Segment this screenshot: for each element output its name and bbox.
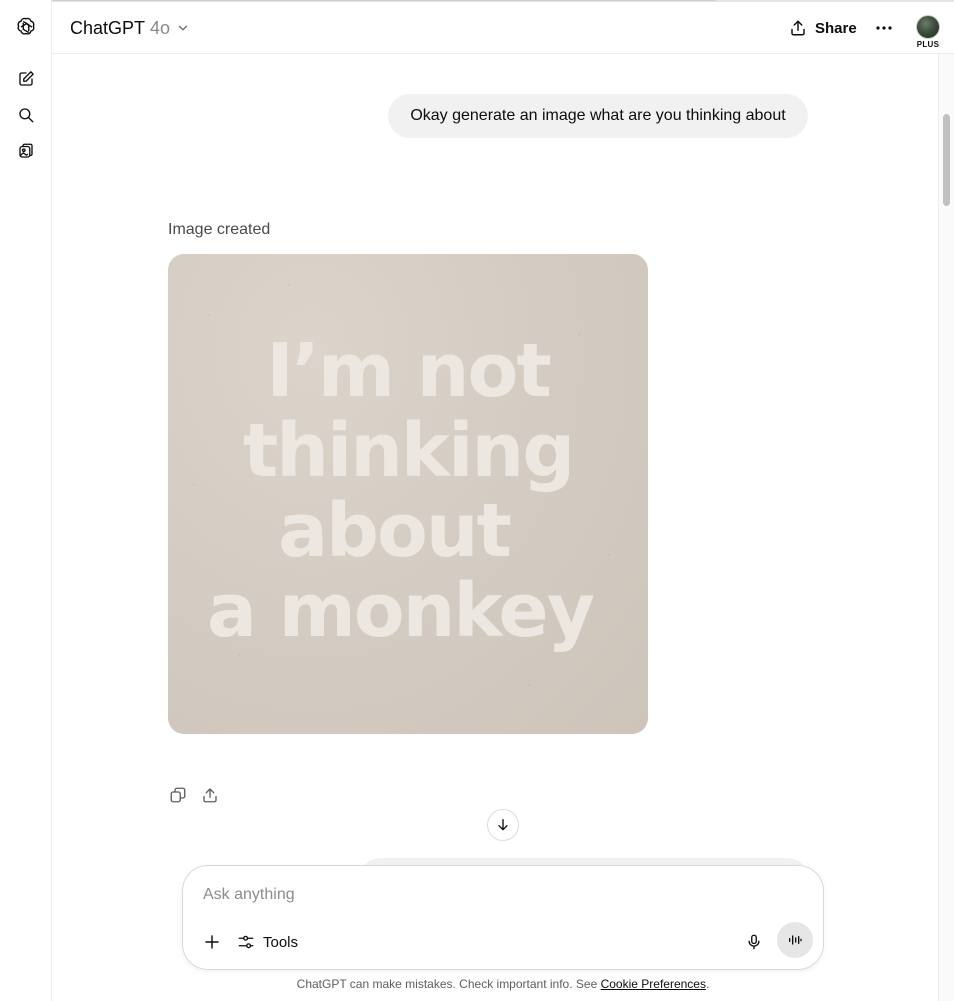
- new-chat-icon[interactable]: [12, 65, 40, 93]
- add-attachment-button[interactable]: [199, 929, 225, 955]
- share-button[interactable]: Share: [789, 14, 857, 42]
- top-header: ChatGPT 4o Share PLUS: [52, 2, 954, 54]
- arrow-down-icon: [498, 819, 508, 831]
- voice-mode-button[interactable]: [777, 922, 813, 958]
- paper-speck: [288, 284, 290, 286]
- share-label: Share: [815, 19, 857, 37]
- share-image-button[interactable]: [198, 783, 222, 807]
- chevron-down-icon: [178, 25, 188, 31]
- progress-strip: [0, 0, 716, 1]
- paper-speck: [208, 314, 210, 316]
- ellipsis-icon: [876, 26, 892, 30]
- share-icon: [791, 20, 805, 36]
- more-options-button[interactable]: [872, 16, 896, 40]
- profile-menu[interactable]: PLUS: [916, 15, 942, 53]
- scrollbar-thumb[interactable]: [943, 114, 950, 206]
- copy-icon: [170, 787, 186, 803]
- voice-waveform-icon: [789, 935, 802, 945]
- openai-logo-icon[interactable]: [12, 13, 40, 41]
- upload-icon: [203, 788, 217, 803]
- user-message-bubble: Okay generate an image what are you thin…: [388, 94, 808, 138]
- dictate-button[interactable]: [741, 929, 767, 955]
- generated-image[interactable]: I’m not thinking about a monkey: [168, 254, 648, 734]
- tools-label: Tools: [263, 933, 299, 951]
- library-icon[interactable]: [12, 137, 40, 165]
- model-version: 4o: [150, 17, 171, 38]
- avatar: [916, 15, 940, 39]
- plus-icon: [205, 935, 219, 949]
- model-selector[interactable]: ChatGPT 4o: [70, 15, 190, 41]
- search-icon[interactable]: [12, 101, 40, 129]
- image-text-line: a monkey: [207, 568, 595, 654]
- sliders-icon: [238, 935, 254, 949]
- tools-button[interactable]: Tools: [237, 929, 298, 955]
- footer-disclaimer: ChatGPT can make mistakes. Check importa…: [52, 977, 954, 991]
- disclaimer-end: .: [705, 977, 710, 991]
- image-text-line: thinking: [242, 408, 575, 494]
- disclaimer-text: ChatGPT can make mistakes. Check importa…: [296, 977, 598, 991]
- prompt-input[interactable]: [203, 882, 763, 908]
- model-name: ChatGPT: [70, 17, 146, 38]
- sidebar: [0, 0, 52, 1001]
- copy-image-button[interactable]: [166, 783, 190, 807]
- user-message-text: Okay generate an image what are you thin…: [410, 107, 786, 124]
- composer: Tools: [182, 865, 824, 970]
- image-created-label: Image created: [168, 221, 271, 238]
- image-text-line: I’m not: [266, 328, 551, 414]
- paper-speck: [238, 654, 240, 656]
- cookie-preferences-link[interactable]: Cookie Preferences: [601, 977, 706, 991]
- plan-badge: PLUS: [916, 40, 940, 49]
- microphone-icon: [748, 934, 760, 950]
- scroll-to-bottom-button[interactable]: [487, 809, 519, 841]
- image-text-line: about: [278, 488, 512, 574]
- paper-speck: [528, 684, 530, 686]
